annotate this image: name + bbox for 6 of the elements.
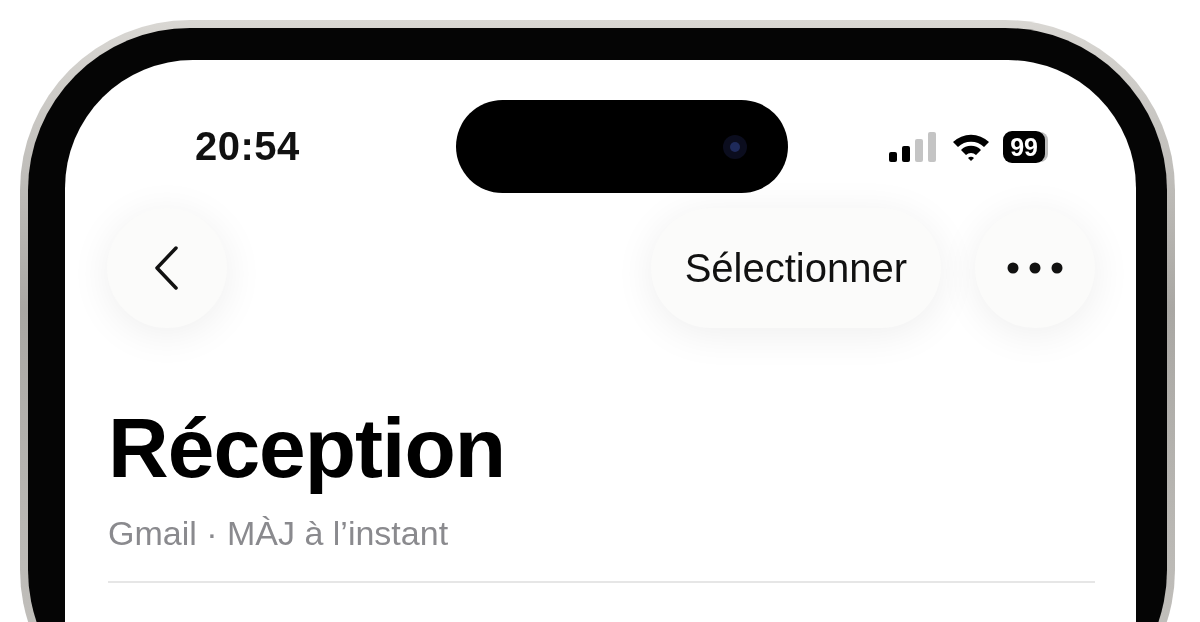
status-time: 20:54 (195, 124, 301, 169)
select-button[interactable]: Sélectionner (650, 208, 941, 328)
camera-icon (722, 133, 748, 160)
ellipsis-icon (1005, 262, 1065, 274)
page-subtitle: Gmail · MÀJ à l’instant (108, 514, 449, 553)
battery-indicator: 99 (1003, 130, 1045, 163)
